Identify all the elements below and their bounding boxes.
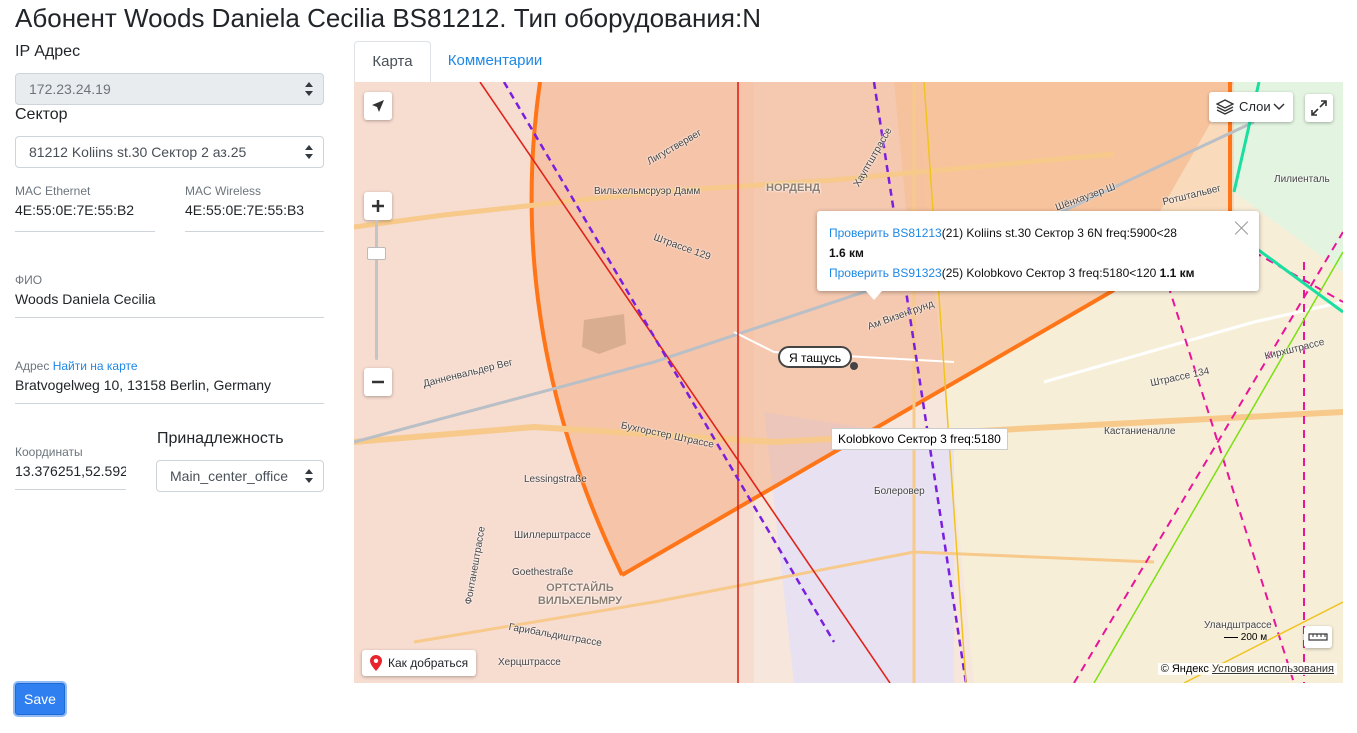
owner-label: Принадлежность	[157, 430, 284, 447]
layers-label: Слои	[1239, 99, 1271, 114]
ip-label: IP Адрес	[15, 43, 81, 60]
street-label: Lessingstraße	[524, 474, 587, 485]
close-icon[interactable]	[1235, 221, 1249, 235]
mac-wireless-label: MAC Wireless	[185, 184, 262, 198]
popup-row-1-distance: 1.6 км	[829, 243, 1247, 263]
zoom-out-button[interactable]	[364, 368, 392, 396]
chevron-down-icon	[1273, 103, 1285, 111]
popup-distance: 1.6 км	[829, 246, 864, 260]
district-label: ОРТСТАЙЛЬ ВИЛЬХЕЛЬМРУ	[537, 582, 623, 607]
ruler-icon	[1308, 633, 1328, 641]
fio-field[interactable]: Woods Daniela Cecilia	[15, 288, 324, 318]
owner-value: Main_center_office	[170, 468, 289, 484]
popup-row-2: Проверить BS91323(25) Kolobkovo Сектор 3…	[829, 263, 1247, 283]
sector-select[interactable]: 81212 Koliins st.30 Сектор 2 аз.25	[15, 136, 324, 168]
popup-distance: 1.1 км	[1159, 266, 1195, 280]
select-caret-icon	[305, 469, 313, 483]
tab-map[interactable]: Карта	[354, 41, 431, 82]
route-button[interactable]: Как добраться	[362, 650, 477, 676]
fullscreen-button[interactable]	[1305, 94, 1333, 122]
page-title: Абонент Woods Daniela Cecilia BS81212. Т…	[15, 3, 762, 33]
street-label: Кастаниеналле	[1104, 426, 1176, 437]
popup-tail	[866, 291, 882, 300]
district-label: НОРДЕНД	[766, 182, 821, 194]
street-label: Шиллерштрассе	[514, 530, 591, 541]
street-label: Уландштрассе	[1204, 620, 1272, 631]
map-drawing	[354, 82, 1343, 683]
street-label: Goethestraße	[512, 567, 574, 578]
ip-value: 172.23.24.19	[29, 81, 111, 97]
popup-row-1: Проверить BS81213(21) Koliins st.30 Сект…	[829, 223, 1247, 243]
base-station-popup: Проверить BS81213(21) Koliins st.30 Сект…	[817, 211, 1259, 291]
map-copyright: © Яндекс Условия использования	[1157, 663, 1337, 675]
tab-comments[interactable]: Комментарии	[431, 41, 559, 82]
zoom-slider-track[interactable]	[375, 220, 378, 360]
minus-icon	[372, 380, 384, 384]
street-label: Вильхельмсруэр Дамм	[594, 186, 701, 197]
scale-bar	[1224, 636, 1238, 638]
save-button[interactable]: Save	[15, 683, 65, 715]
scale-label: 200 м	[1240, 632, 1268, 643]
sector-hint-tooltip: Kolobkovo Сектор 3 freq:5180	[831, 428, 1008, 450]
coords-label: Координаты	[15, 445, 83, 459]
fio-label: ФИО	[15, 273, 43, 287]
popup-row-text: (25) Kolobkovo Сектор 3 freq:5180<120	[941, 266, 1157, 280]
ip-select: 172.23.24.19	[15, 73, 324, 105]
address-label: Адрес Найти на карте	[15, 359, 138, 373]
mac-ethernet-label: MAC Ethernet	[15, 184, 91, 198]
sector-label: Сектор	[15, 106, 68, 123]
route-label: Как добраться	[388, 656, 469, 670]
find-on-map-link[interactable]: Найти на карте	[53, 359, 138, 373]
mac-ethernet-field[interactable]: 4E:55:0E:7E:55:B2	[15, 199, 155, 232]
mac-wireless-field[interactable]: 4E:55:0E:7E:55:B3	[185, 199, 324, 232]
plus-icon	[372, 200, 384, 212]
owner-select[interactable]: Main_center_office	[156, 460, 324, 492]
street-label: Болеровер	[874, 486, 925, 497]
address-label-text: Адрес	[15, 359, 50, 373]
check-bs-link[interactable]: Проверить BS81213	[829, 226, 942, 240]
sector-value: 81212 Koliins st.30 Сектор 2 аз.25	[29, 144, 247, 160]
zoom-in-button[interactable]	[364, 192, 392, 220]
coords-field[interactable]: 13.376251,52.592	[15, 460, 126, 490]
layers-icon	[1216, 99, 1234, 115]
address-field[interactable]: Bratvogelweg 10, 13158 Berlin, Germany	[15, 374, 324, 404]
ruler-button[interactable]	[1304, 626, 1332, 648]
location-pin-icon	[370, 655, 382, 671]
map-scale: 200 м	[1224, 632, 1267, 643]
copyright-text: © Яндекс	[1160, 663, 1209, 675]
marker-dot	[850, 362, 858, 370]
layers-button[interactable]: Слои	[1209, 92, 1293, 122]
subscriber-marker[interactable]: Я тащусь	[778, 346, 853, 368]
navigation-arrow-icon	[372, 100, 384, 112]
select-caret-icon	[305, 145, 313, 159]
locate-button[interactable]	[364, 92, 392, 120]
terms-link[interactable]: Условия использования	[1212, 663, 1334, 675]
street-label: Лилиенталь	[1274, 174, 1330, 185]
select-caret-icon	[305, 82, 313, 96]
map-canvas[interactable]: Вильхельмсруэр Дамм НОРДЕНД Штрассе 129 …	[354, 82, 1343, 683]
expand-icon	[1311, 100, 1327, 116]
zoom-slider-handle[interactable]	[367, 247, 386, 260]
popup-row-text: (21) Koliins st.30 Сектор 3 6N freq:5900…	[941, 226, 1177, 240]
check-bs-link[interactable]: Проверить BS91323	[829, 266, 942, 280]
street-label: Херцштрассе	[498, 657, 561, 668]
tab-bar: Карта Комментарии	[354, 41, 1343, 82]
